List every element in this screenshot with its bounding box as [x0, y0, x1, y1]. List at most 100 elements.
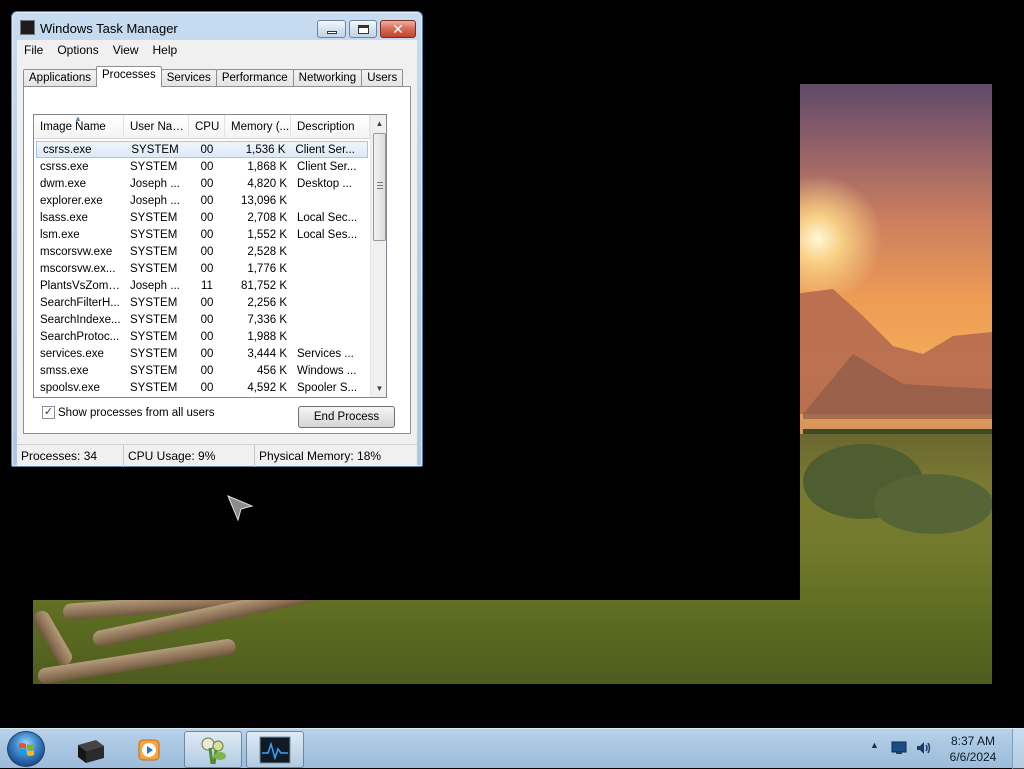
process-description: Local Ses... — [297, 228, 358, 241]
process-memory: 81,752 K — [240, 279, 287, 292]
column-memory[interactable]: Memory (... — [225, 115, 291, 139]
process-memory: 1,776 K — [247, 262, 287, 275]
process-description: Spooler S... — [297, 381, 358, 394]
tab-performance[interactable]: Performance — [215, 69, 294, 87]
process-image-name: smss.exe — [40, 364, 89, 377]
table-row[interactable]: lsm.exe SYSTEM 00 1,552 K Local Ses... — [34, 226, 370, 243]
table-row[interactable]: PlantsVsZombi... Joseph ... 11 81,752 K — [34, 277, 370, 294]
process-user-name: SYSTEM — [130, 160, 178, 173]
maximize-button[interactable] — [349, 20, 377, 38]
scroll-down-arrow-icon[interactable]: ▼ — [371, 380, 386, 397]
process-image-name: lsm.exe — [40, 228, 80, 241]
table-row[interactable]: lsass.exe SYSTEM 00 2,708 K Local Sec... — [34, 209, 370, 226]
plants-vs-zombies-icon — [201, 737, 226, 764]
process-list[interactable]: ▲ Image Name User Name CPU Memory (... D… — [33, 114, 387, 398]
mouse-cursor-icon — [227, 495, 254, 522]
process-memory: 1,552 K — [247, 228, 287, 241]
process-user-name: SYSTEM — [131, 143, 179, 156]
process-image-name: spoolsv.exe — [40, 381, 100, 394]
show-all-users-option[interactable]: ✓ Show processes from all users — [42, 406, 215, 419]
task-manager-window[interactable]: Windows Task Manager ✕ File Options View… — [11, 11, 423, 467]
tab-networking[interactable]: Networking — [292, 69, 363, 87]
process-memory: 7,336 K — [247, 313, 287, 326]
table-row[interactable]: services.exe SYSTEM 00 3,444 K Services ... — [34, 345, 370, 362]
process-image-name: lsass.exe — [40, 211, 88, 224]
process-user-name: SYSTEM — [130, 364, 178, 377]
table-row[interactable]: spoolsv.exe SYSTEM 00 4,592 K Spooler S... — [34, 379, 370, 396]
process-description: Client Ser... — [295, 143, 355, 156]
black-box-app-icon — [78, 739, 104, 763]
process-user-name: SYSTEM — [130, 330, 178, 343]
clock[interactable]: 8:37 AM 6/6/2024 — [940, 733, 1006, 765]
title-bar[interactable]: Windows Task Manager ✕ — [12, 12, 422, 40]
tab-applications[interactable]: Applications — [23, 69, 98, 87]
column-cpu[interactable]: CPU — [189, 115, 225, 139]
scroll-grip-icon — [377, 182, 383, 189]
process-user-name: Joseph ... — [130, 194, 180, 207]
process-memory: 456 K — [256, 364, 287, 377]
tab-processes[interactable]: Processes — [96, 66, 162, 87]
status-bar: Processes: 34 CPU Usage: 9% Physical Mem… — [17, 444, 417, 467]
table-row[interactable]: csrss.exe SYSTEM 00 1,868 K Client Ser... — [34, 158, 370, 175]
taskbar-item-plants-vs-zombies[interactable] — [184, 731, 242, 768]
process-image-name: csrss.exe — [43, 143, 92, 156]
status-physical-memory: Physical Memory: 18% — [259, 449, 382, 463]
table-row[interactable]: dwm.exe Joseph ... 00 4,820 K Desktop ... — [34, 175, 370, 192]
process-cpu: 00 — [200, 364, 214, 377]
process-image-name: services.exe — [40, 347, 104, 360]
process-user-name: SYSTEM — [130, 313, 178, 326]
menu-view[interactable]: View — [106, 43, 146, 57]
scroll-up-arrow-icon[interactable]: ▲ — [371, 115, 386, 132]
minimize-button[interactable] — [317, 20, 346, 38]
table-row[interactable]: smss.exe SYSTEM 00 456 K Windows ... — [34, 362, 370, 379]
menu-help[interactable]: Help — [146, 43, 185, 57]
tab-users[interactable]: Users — [361, 69, 404, 87]
table-row[interactable]: SearchProtoc... SYSTEM 00 1,988 K — [34, 328, 370, 345]
maximize-icon — [357, 24, 369, 34]
menu-options[interactable]: Options — [50, 43, 105, 57]
taskbar-item-media-player[interactable] — [120, 731, 178, 768]
show-hidden-icons-arrow[interactable]: ▲ — [870, 740, 879, 750]
network-icon[interactable] — [891, 741, 907, 755]
task-manager-app-icon — [20, 20, 35, 35]
system-tray: ▲ — [866, 733, 946, 765]
menu-file[interactable]: File — [17, 43, 50, 57]
column-description[interactable]: Description — [291, 115, 370, 139]
table-row[interactable]: mscorsvw.ex... SYSTEM 00 1,776 K — [34, 260, 370, 277]
process-image-name: PlantsVsZombi... — [40, 279, 124, 292]
show-desktop-button[interactable] — [1012, 729, 1024, 769]
status-processes: Processes: 34 — [17, 445, 124, 467]
process-description: Windows ... — [297, 364, 357, 377]
process-user-name: SYSTEM — [130, 296, 178, 309]
process-memory: 2,528 K — [247, 245, 287, 258]
table-row[interactable]: explorer.exe Joseph ... 00 13,096 K — [34, 192, 370, 209]
process-cpu: 00 — [200, 177, 214, 190]
table-row[interactable]: csrss.exe SYSTEM 00 1,536 K Client Ser... — [36, 141, 368, 158]
process-cpu: 00 — [200, 381, 214, 394]
process-description: Desktop ... — [297, 177, 352, 190]
column-user-name[interactable]: User Name — [124, 115, 189, 139]
start-button[interactable] — [7, 731, 45, 767]
show-all-users-checkbox[interactable]: ✓ — [42, 406, 55, 419]
process-description: Client Ser... — [297, 160, 357, 173]
process-cpu: 00 — [200, 211, 214, 224]
table-row[interactable]: mscorsvw.exe SYSTEM 00 2,528 K — [34, 243, 370, 260]
tab-services[interactable]: Services — [160, 69, 217, 87]
process-cpu: 00 — [200, 245, 214, 258]
scroll-thumb[interactable] — [373, 133, 386, 241]
status-cpu-usage: CPU Usage: 9% — [124, 445, 255, 467]
close-button[interactable]: ✕ — [380, 20, 416, 38]
close-icon: ✕ — [392, 21, 404, 37]
window-client-area: Applications Processes Services Performa… — [17, 60, 417, 444]
vertical-scrollbar[interactable]: ▲ ▼ — [370, 115, 386, 397]
end-process-button[interactable]: End Process — [298, 406, 395, 428]
window-title: Windows Task Manager — [40, 21, 178, 36]
column-image-name[interactable]: ▲ Image Name — [34, 115, 124, 139]
table-row[interactable]: SearchFilterH... SYSTEM 00 2,256 K — [34, 294, 370, 311]
process-cpu: 00 — [200, 143, 214, 156]
taskbar-item-black-box[interactable] — [60, 731, 118, 768]
table-row[interactable]: SearchIndexe... SYSTEM 00 7,336 K — [34, 311, 370, 328]
taskbar-item-task-manager[interactable] — [246, 731, 304, 768]
volume-icon[interactable] — [914, 739, 932, 757]
process-image-name: dwm.exe — [40, 177, 87, 190]
